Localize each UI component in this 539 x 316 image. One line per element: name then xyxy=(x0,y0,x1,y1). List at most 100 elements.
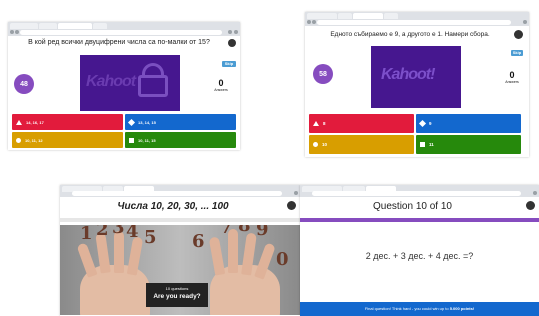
question-title: В кой ред всички двуцифрени числа са по-… xyxy=(28,39,210,46)
progress-fill xyxy=(300,218,539,222)
question-media: Kahoot! xyxy=(371,46,461,108)
skip-button[interactable]: Skip xyxy=(222,61,236,67)
progress-track xyxy=(300,218,539,222)
media-kahoot-word: Kahoot xyxy=(86,73,136,90)
banner-text: Final question! Think hard - you could w… xyxy=(364,306,450,311)
browser-tab[interactable] xyxy=(58,23,92,29)
menu-icon[interactable] xyxy=(234,30,238,34)
lobby-title: Числа 10, 20, 30, ... 100 xyxy=(117,201,229,212)
answer-text: 10, 11, 12 xyxy=(25,137,43,143)
circle-icon xyxy=(16,137,21,143)
media-kahoot-word: Kahoot! xyxy=(381,66,435,83)
kahoot-screen-2: Едното събираемо е 9, а другото е 1. Нам… xyxy=(305,12,529,157)
browser-chrome xyxy=(305,12,529,26)
left-finger xyxy=(126,236,144,276)
address-bar[interactable] xyxy=(317,20,511,25)
ready-label: Are you ready? xyxy=(153,293,201,300)
progress-track xyxy=(60,218,300,222)
forward-icon[interactable] xyxy=(15,30,19,34)
skip-button[interactable]: Skip xyxy=(511,50,523,56)
browser-tab[interactable] xyxy=(39,23,57,29)
right-finger xyxy=(208,236,226,276)
hands-with-numbers-image: 1 2 3 4 5 6 7 8 9 0 10 questions Are you… xyxy=(60,225,300,315)
finger-digit: 3 xyxy=(112,225,125,238)
answer-text: 10 xyxy=(322,142,328,147)
answer-green[interactable]: 10, 11, 15 xyxy=(125,132,236,148)
answer-text: 13, 14, 15 xyxy=(138,119,156,125)
answer-text: 8 xyxy=(323,121,326,126)
timer: 48 xyxy=(14,74,34,94)
browser-tab[interactable] xyxy=(307,13,337,19)
forward-icon[interactable] xyxy=(312,20,316,24)
kahoot-screen-4: Question 10 of 10 2 дес. + 3 дес. + 4 де… xyxy=(300,185,539,316)
browser-chrome xyxy=(300,185,539,197)
answer-green[interactable]: 11 xyxy=(416,135,521,154)
kahoot-logo-icon xyxy=(526,201,535,210)
answer-red[interactable]: 8 xyxy=(309,114,414,133)
question-media: Kahoot xyxy=(80,55,180,111)
kahoot-screen-1: В кой ред всички двуцифрени числа са по-… xyxy=(8,22,240,150)
answer-grid: 14, 16, 17 13, 14, 15 10, 11, 12 10, 11,… xyxy=(12,114,236,148)
finger-digit: 0 xyxy=(276,249,289,270)
answer-blue[interactable]: 13, 14, 15 xyxy=(125,114,236,130)
address-bar[interactable] xyxy=(20,30,222,35)
menu-icon[interactable] xyxy=(533,191,537,195)
kahoot-logo-icon xyxy=(287,201,296,210)
question-title: Едното събираемо е 9, а другото е 1. Нам… xyxy=(330,31,490,38)
answers-label: Answers xyxy=(505,80,519,84)
browser-tab[interactable] xyxy=(384,13,398,19)
square-icon xyxy=(129,137,134,143)
finger-digit: 1 xyxy=(80,225,93,244)
answer-text: 9 xyxy=(429,121,432,126)
lock-body xyxy=(138,75,168,97)
circle-icon xyxy=(313,142,318,147)
timer: 58 xyxy=(313,64,333,84)
question-header: Question 10 of 10 xyxy=(373,201,452,212)
finger-digit: 6 xyxy=(192,231,205,252)
menu-icon[interactable] xyxy=(523,20,527,24)
answer-yellow[interactable]: 10 xyxy=(309,135,414,154)
answer-text: 10, 11, 15 xyxy=(138,137,156,143)
kahoot-logo-icon xyxy=(228,39,236,47)
answers-counter: 0 Answers xyxy=(210,78,232,92)
browser-tab[interactable] xyxy=(93,23,107,29)
finger-digit: 4 xyxy=(126,225,139,242)
back-icon[interactable] xyxy=(307,20,311,24)
question-equation: 2 дес. + 3 дес. + 4 дес. =? xyxy=(365,251,474,261)
extension-icon[interactable] xyxy=(228,30,232,34)
answer-yellow[interactable]: 10, 11, 12 xyxy=(12,132,123,148)
answer-text: 14, 16, 17 xyxy=(26,119,44,125)
square-icon xyxy=(420,142,425,147)
answer-grid: 8 9 10 11 xyxy=(309,114,521,154)
kahoot-logo-icon xyxy=(514,30,523,39)
answers-count: 0 xyxy=(218,78,224,88)
triangle-icon xyxy=(16,119,22,125)
browser-chrome xyxy=(60,185,300,197)
finger-digit: 9 xyxy=(256,225,269,240)
browser-tab[interactable] xyxy=(353,13,383,19)
back-icon[interactable] xyxy=(10,30,14,34)
browser-chrome xyxy=(8,22,240,36)
diamond-icon xyxy=(418,119,427,128)
address-bar[interactable] xyxy=(72,191,282,196)
browser-tab[interactable] xyxy=(338,13,352,19)
ready-box: 10 questions Are you ready? xyxy=(146,283,208,307)
answers-count: 0 xyxy=(509,70,515,80)
answer-text: 11 xyxy=(429,142,434,147)
answer-blue[interactable]: 9 xyxy=(416,114,521,133)
menu-icon[interactable] xyxy=(294,191,298,195)
kahoot-screen-3: Числа 10, 20, 30, ... 100 1 2 3 4 5 6 7 … xyxy=(60,185,300,316)
question-count-label: 10 questions xyxy=(165,286,189,291)
answers-label: Answers xyxy=(214,88,228,92)
browser-tab[interactable] xyxy=(10,23,38,29)
answers-counter: 0 Answers xyxy=(501,70,523,84)
answer-red[interactable]: 14, 16, 17 xyxy=(12,114,123,130)
finger-digit: 7 xyxy=(220,225,233,238)
left-finger xyxy=(76,242,98,278)
banner-points: 5.000 points! xyxy=(449,306,475,311)
finger-digit: 5 xyxy=(144,227,157,248)
address-bar[interactable] xyxy=(312,191,521,196)
diamond-icon xyxy=(127,118,136,126)
final-question-banner: Final question! Think hard - you could w… xyxy=(300,302,539,316)
finger-digit: 8 xyxy=(238,225,251,236)
